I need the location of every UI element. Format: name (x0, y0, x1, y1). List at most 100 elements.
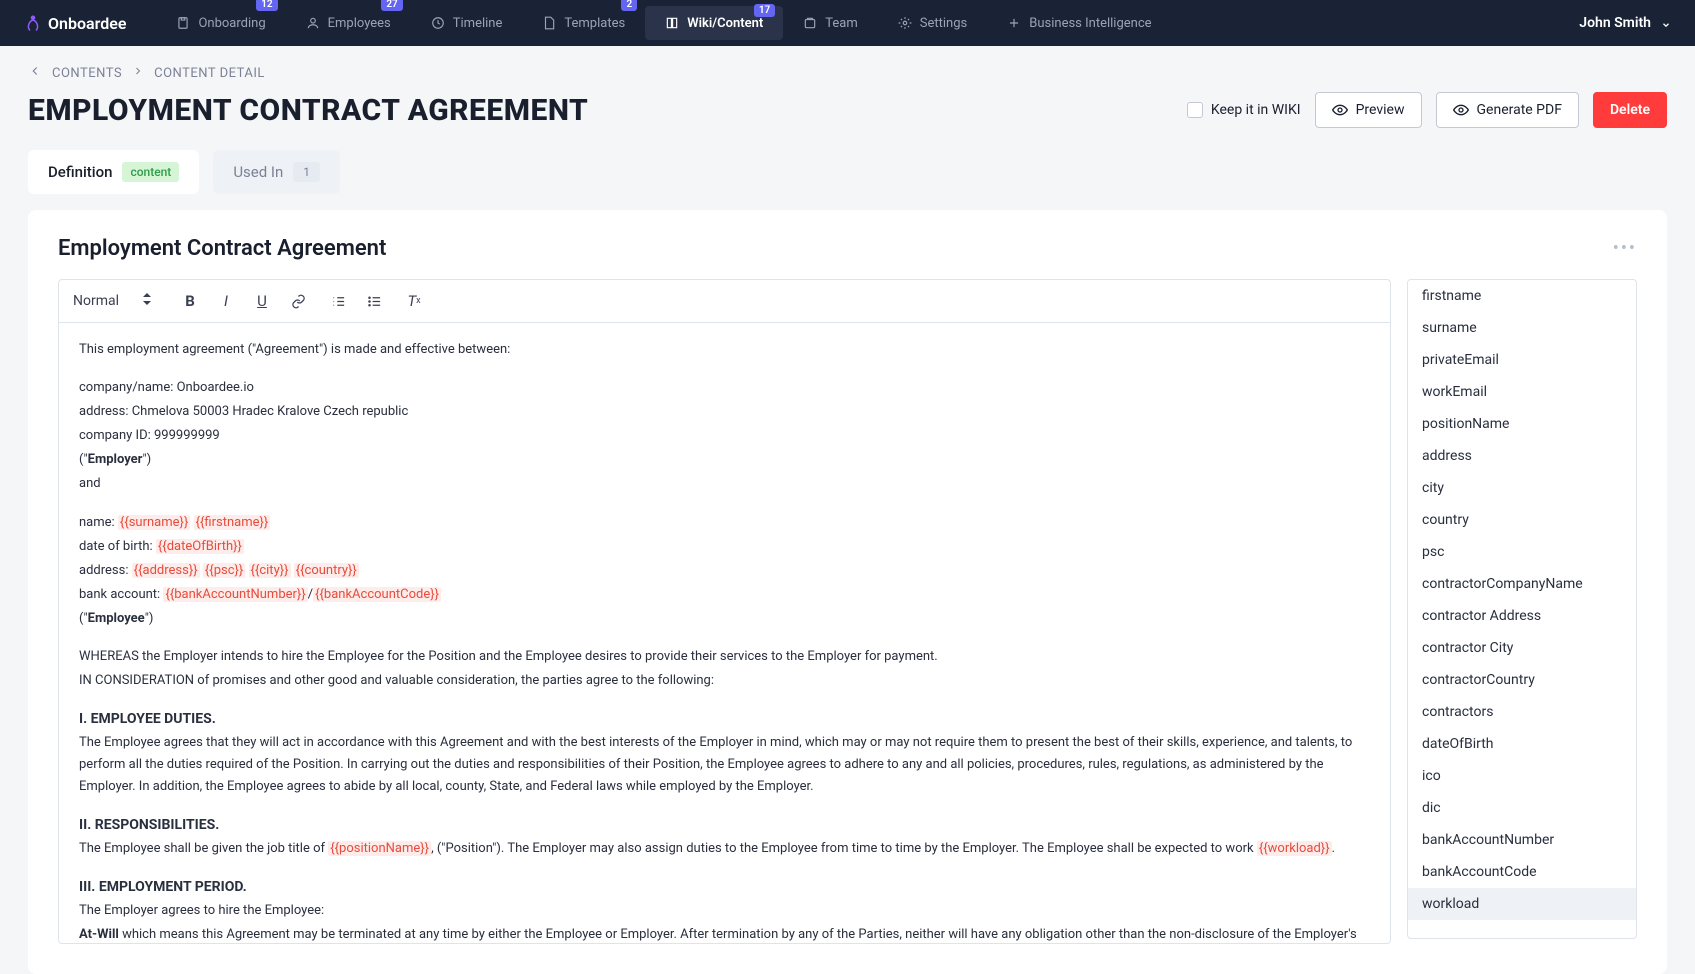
text: company/name: Onboardee.io (79, 377, 1370, 399)
select-caret-icon (143, 293, 151, 309)
button-label: Delete (1610, 102, 1650, 118)
eye-icon (1332, 102, 1348, 118)
nav-label: Team (825, 16, 858, 31)
variable-item[interactable]: contractorCountry (1408, 664, 1636, 696)
unordered-list-button[interactable] (363, 290, 385, 312)
preview-button[interactable]: Preview (1315, 92, 1422, 128)
breadcrumb-contents[interactable]: CONTENTS (52, 66, 122, 81)
variable-item[interactable]: workload (1408, 888, 1636, 920)
italic-button[interactable]: I (215, 290, 237, 312)
delete-button[interactable]: Delete (1593, 92, 1667, 128)
variable-item[interactable]: country (1408, 504, 1636, 536)
variable-item[interactable]: ico (1408, 760, 1636, 792)
variable-token[interactable]: {{psc}} (203, 563, 245, 578)
page-header: CONTENTS CONTENT DETAIL EMPLOYMENT CONTR… (0, 46, 1695, 128)
variable-item[interactable]: workEmail (1408, 376, 1636, 408)
variable-item[interactable]: firstname (1408, 280, 1636, 312)
text: and (79, 473, 1370, 495)
more-menu-icon[interactable]: ••• (1613, 238, 1637, 259)
variable-item[interactable]: city (1408, 472, 1636, 504)
variable-item[interactable]: contractor City (1408, 632, 1636, 664)
back-arrow-icon[interactable] (28, 64, 42, 82)
variable-panel: firstnamesurnameprivateEmailworkEmailpos… (1407, 279, 1637, 939)
user-menu[interactable]: John Smith (1579, 15, 1671, 31)
tabs: Definition content Used In 1 (0, 128, 1695, 194)
variable-item[interactable]: dic (1408, 792, 1636, 824)
nav-label: Business Intelligence (1029, 16, 1151, 31)
bold-button[interactable]: B (179, 290, 201, 312)
variable-token[interactable]: {{positionName}} (328, 841, 431, 856)
variable-item[interactable]: dateOfBirth (1408, 728, 1636, 760)
text: This employment agreement ("Agreement") … (79, 339, 1370, 361)
breadcrumb-detail: CONTENT DETAIL (154, 66, 265, 81)
variable-item[interactable]: positionName (1408, 408, 1636, 440)
variable-item[interactable]: contractorCompanyName (1408, 568, 1636, 600)
variable-item[interactable]: contractors (1408, 696, 1636, 728)
tab-tag: content (122, 162, 179, 182)
text: The Employee agrees that they will act i… (79, 732, 1370, 798)
nav-badge: 17 (754, 4, 775, 17)
variable-token[interactable]: {{bankAccountNumber}} (163, 587, 307, 602)
nav-team[interactable]: Team (783, 0, 878, 46)
nav-employees[interactable]: Employees 27 (286, 0, 411, 46)
variable-token[interactable]: {{surname}} (118, 515, 190, 530)
nav-label: Wiki/Content (687, 16, 763, 31)
clock-icon (431, 16, 445, 30)
variable-item[interactable]: psc (1408, 536, 1636, 568)
keep-in-wiki-checkbox[interactable]: Keep it in WIKI (1187, 102, 1301, 118)
variable-item[interactable]: bankAccountCode (1408, 856, 1636, 888)
variable-token[interactable]: {{bankAccountCode}} (313, 587, 441, 602)
nav-label: Templates (564, 16, 625, 31)
underline-button[interactable]: U (251, 290, 273, 312)
text: IN CONSIDERATION of promises and other g… (79, 670, 1370, 692)
variable-token[interactable]: {{city}} (249, 563, 291, 578)
book-icon (665, 16, 679, 30)
heading: II. RESPONSIBILITIES. (79, 814, 1370, 838)
text: company ID: 999999999 (79, 425, 1370, 447)
editor-toolbar: Normal B I U Tx (59, 280, 1390, 323)
editor-content[interactable]: This employment agreement ("Agreement") … (59, 323, 1390, 943)
variable-token[interactable]: {{firstname}} (194, 515, 271, 530)
heading: I. EMPLOYEE DUTIES. (79, 708, 1370, 732)
nav-settings[interactable]: Settings (878, 0, 987, 46)
variable-item[interactable]: surname (1408, 312, 1636, 344)
nav-items: Onboarding 12 Employees 27 Timeline Temp… (156, 0, 1579, 46)
plus-icon (1007, 16, 1021, 30)
variable-token[interactable]: {{address}} (132, 563, 200, 578)
tab-count: 1 (293, 162, 320, 182)
clear-format-button[interactable]: Tx (403, 290, 425, 312)
variable-item[interactable]: address (1408, 440, 1636, 472)
nav-wiki-content[interactable]: Wiki/Content 17 (645, 6, 783, 40)
tab-label: Used In (233, 163, 283, 181)
chevron-right-icon (132, 65, 144, 81)
logo[interactable]: Onboardee (24, 14, 126, 33)
variable-item[interactable]: bankAccountNumber (1408, 824, 1636, 856)
nav-bi[interactable]: Business Intelligence (987, 0, 1171, 46)
variable-item[interactable]: privateEmail (1408, 344, 1636, 376)
link-button[interactable] (287, 290, 309, 312)
logo-text: Onboardee (48, 14, 126, 33)
keep-wiki-label: Keep it in WIKI (1211, 102, 1301, 118)
ordered-list-button[interactable] (327, 290, 349, 312)
content-card: Employment Contract Agreement ••• Normal… (28, 210, 1667, 974)
variable-token[interactable]: {{workload}} (1257, 841, 1332, 856)
nav-timeline[interactable]: Timeline (411, 0, 523, 46)
nav-templates[interactable]: Templates 2 (522, 0, 645, 46)
card-title: Employment Contract Agreement (58, 236, 386, 261)
nav-onboarding[interactable]: Onboarding 12 (156, 0, 285, 46)
format-select[interactable]: Normal (73, 293, 161, 309)
variable-token[interactable]: {{dateOfBirth}} (156, 539, 244, 554)
tab-definition[interactable]: Definition content (28, 150, 199, 194)
logo-icon (24, 14, 42, 32)
variable-item[interactable]: contractor Address (1408, 600, 1636, 632)
page-title: EMPLOYMENT CONTRACT AGREEMENT (28, 93, 588, 128)
button-label: Generate PDF (1477, 102, 1562, 118)
nav-label: Timeline (453, 16, 503, 31)
tab-used-in[interactable]: Used In 1 (213, 150, 340, 194)
gear-icon (898, 16, 912, 30)
variable-token[interactable]: {{country}} (294, 563, 359, 578)
generate-pdf-button[interactable]: Generate PDF (1436, 92, 1579, 128)
checkbox-icon (1187, 102, 1203, 118)
rich-text-editor: Normal B I U Tx This employment (58, 279, 1391, 944)
user-name: John Smith (1579, 15, 1651, 31)
